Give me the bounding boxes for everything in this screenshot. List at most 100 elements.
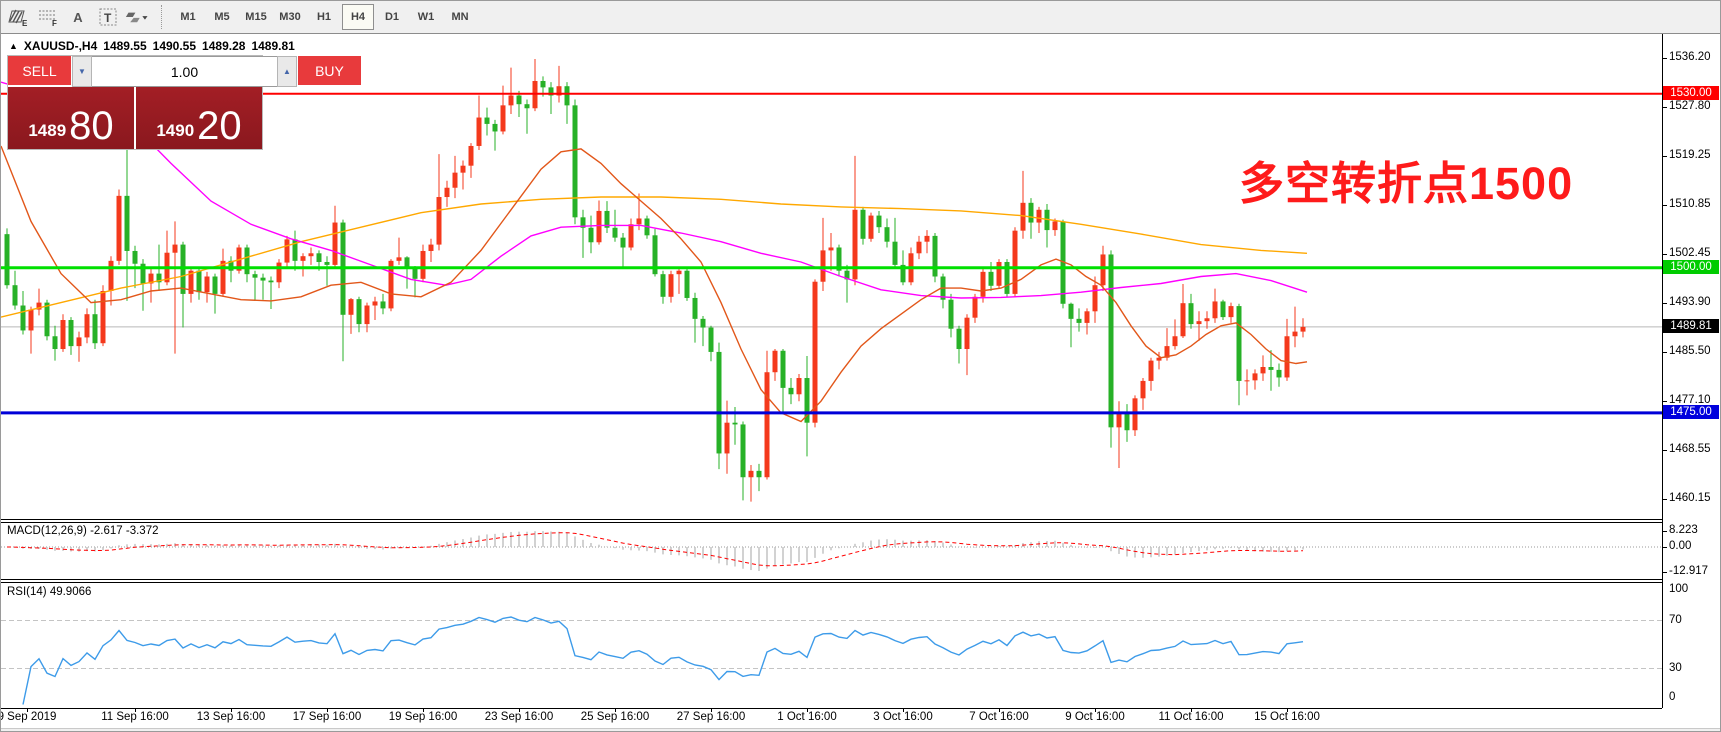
sell-price-display[interactable]: 1489 80 (8, 87, 136, 149)
symbol-title: XAUUSD-,H4 (24, 39, 97, 53)
panel-separator[interactable] (1, 579, 1662, 580)
price-axis-tick: 1485.50 (1669, 345, 1711, 357)
price-axis-tick-mark (1662, 401, 1667, 402)
ohlc-close: 1489.81 (251, 39, 294, 53)
volume-decrease-button[interactable]: ▼ (72, 56, 92, 87)
timeframe-button-m1[interactable]: M1 (172, 4, 204, 30)
time-axis-label: 3 Oct 16:00 (873, 711, 932, 723)
time-axis-label: 9 Sep 2019 (0, 711, 56, 723)
time-axis-line (1, 708, 1662, 709)
buy-price-main: 1490 (156, 122, 194, 139)
expert-advisors-icon[interactable]: E (5, 5, 31, 29)
price-axis-tick: 1519.25 (1669, 149, 1711, 161)
price-axis-tick: 1510.85 (1669, 198, 1711, 210)
timeframe-button-mn[interactable]: MN (444, 4, 476, 30)
panel-separator[interactable] (1, 519, 1662, 520)
time-axis-label: 11 Sep 16:00 (101, 711, 169, 723)
time-axis-tick-mark (135, 708, 136, 712)
time-axis-tick-mark (807, 708, 808, 712)
buy-button[interactable]: BUY (298, 56, 361, 87)
toolbar-separator (161, 5, 163, 29)
time-axis-label: 15 Oct 16:00 (1254, 711, 1320, 723)
time-axis-tick-mark (711, 708, 712, 712)
time-axis-tick-mark (327, 708, 328, 712)
price-axis-tick-mark (1662, 352, 1667, 353)
time-axis-label: 11 Oct 16:00 (1159, 711, 1224, 723)
timeframe-button-d1[interactable]: D1 (376, 4, 408, 30)
rsi-panel-canvas[interactable] (1, 583, 1662, 708)
time-axis-tick-mark (1095, 708, 1096, 712)
price-axis-tick-mark (1662, 107, 1667, 108)
rsi-axis-tick: 100 (1669, 583, 1688, 595)
rsi-label: RSI(14) 49.9066 (7, 586, 91, 598)
macd-axis-tick: 8.223 (1669, 524, 1698, 536)
svg-text:F: F (52, 19, 57, 27)
price-level-tag: 1530.00 (1663, 86, 1719, 100)
time-axis-label: 27 Sep 16:00 (677, 711, 745, 723)
macd-axis-tick-mark (1662, 547, 1667, 548)
sell-button[interactable]: SELL (8, 56, 71, 87)
time-axis-tick-mark (231, 708, 232, 712)
time-axis-tick-mark (999, 708, 1000, 712)
time-axis-tick-mark (519, 708, 520, 712)
one-click-trade-panel: SELL ▼ ▲ BUY 1489 80 1490 20 (7, 55, 263, 150)
buy-price-display[interactable]: 1490 20 (136, 87, 262, 149)
price-axis-tick-mark (1662, 303, 1667, 304)
price-axis-tick-mark (1662, 58, 1667, 59)
time-axis-label: 25 Sep 16:00 (581, 711, 649, 723)
timeframe-button-h4[interactable]: H4 (342, 4, 374, 30)
time-axis-tick-mark (903, 708, 904, 712)
price-axis-tick: 1460.15 (1669, 492, 1711, 504)
price-level-tag: 1489.81 (1663, 319, 1719, 333)
price-axis-tick: 1502.45 (1669, 247, 1711, 259)
timeframe-button-h1[interactable]: H1 (308, 4, 340, 30)
price-axis-tick: 1536.20 (1669, 51, 1711, 63)
ohlc-open: 1489.55 (103, 39, 146, 53)
macd-axis-tick-mark (1662, 572, 1667, 573)
price-axis-tick-mark (1662, 450, 1667, 451)
price-axis-tick-mark (1662, 156, 1667, 157)
chart-text-annotation: 多空转折点1500 (1239, 147, 1573, 212)
text-annotation-icon[interactable]: A (65, 5, 91, 29)
price-axis-tick-mark (1662, 205, 1667, 206)
volume-increase-button[interactable]: ▲ (277, 56, 297, 87)
price-axis-line[interactable] (1662, 34, 1663, 708)
toolbar: E F A T M1M5M15M30H1H4 (1, 1, 1721, 34)
svg-text:E: E (22, 19, 28, 27)
time-axis-tick-mark (1191, 708, 1192, 712)
time-axis-label: 1 Oct 16:00 (777, 711, 836, 723)
shapes-dropdown-icon[interactable] (125, 5, 151, 29)
svg-text:T: T (104, 11, 112, 25)
rsi-axis-tick: 30 (1669, 662, 1682, 674)
time-axis-label: 17 Sep 16:00 (293, 711, 361, 723)
time-axis-label: 19 Sep 16:00 (389, 711, 457, 723)
ohlc-high: 1490.55 (153, 39, 196, 53)
volume-input[interactable] (92, 56, 277, 87)
price-axis-tick: 1527.80 (1669, 100, 1711, 112)
trading-terminal-window: E F A T M1M5M15M30H1H4 (0, 0, 1721, 732)
rsi-axis-tick: 70 (1669, 614, 1682, 626)
sell-price-main: 1489 (28, 122, 66, 139)
symbol-info-bar: ▲ XAUUSD-,H4 1489.55 1490.55 1489.28 148… (9, 39, 295, 53)
price-axis-tick: 1477.10 (1669, 394, 1711, 406)
time-axis-tick-mark (423, 708, 424, 712)
timeframe-button-m15[interactable]: M15 (240, 4, 272, 30)
time-axis-label: 13 Sep 16:00 (197, 711, 265, 723)
collapse-panel-icon[interactable]: ▲ (9, 41, 18, 51)
sell-price-pips: 80 (69, 109, 114, 143)
fibonacci-grid-icon[interactable]: F (35, 5, 61, 29)
macd-label: MACD(12,26,9) -2.617 -3.372 (7, 525, 159, 537)
macd-axis-tick: -12.917 (1669, 565, 1708, 577)
macd-panel-canvas[interactable] (1, 523, 1662, 579)
timeframe-button-m5[interactable]: M5 (206, 4, 238, 30)
buy-price-pips: 20 (197, 109, 242, 143)
timeframe-button-w1[interactable]: W1 (410, 4, 442, 30)
text-box-icon[interactable]: T (95, 5, 121, 29)
timeframe-button-m30[interactable]: M30 (274, 4, 306, 30)
macd-axis-tick: 0.00 (1669, 540, 1691, 552)
window-bottom-edge (1, 728, 1721, 732)
macd-axis-tick-mark (1662, 531, 1667, 532)
price-axis-tick-mark (1662, 254, 1667, 255)
time-axis-tick-mark (615, 708, 616, 712)
time-axis-tick-mark (1287, 708, 1288, 712)
